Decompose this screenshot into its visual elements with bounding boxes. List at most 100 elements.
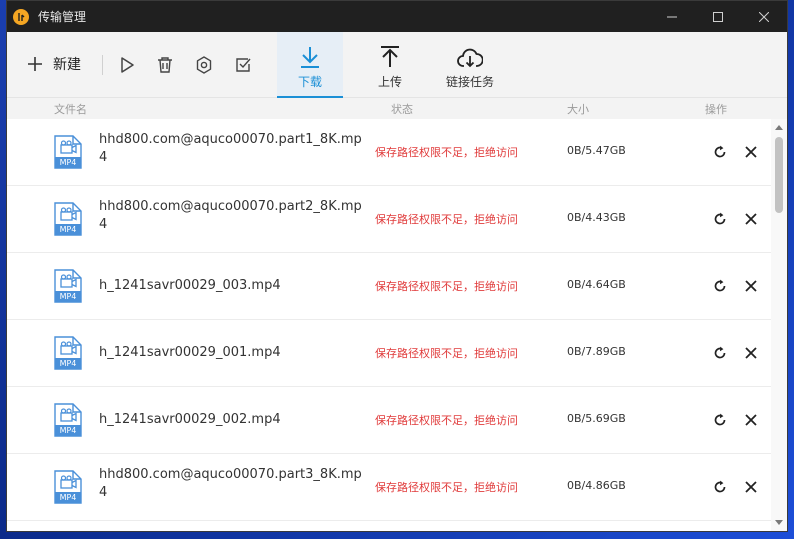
checkbox-icon xyxy=(236,58,251,72)
retry-button[interactable] xyxy=(711,143,729,161)
close-icon xyxy=(745,146,757,158)
minimize-button[interactable] xyxy=(649,1,695,32)
remove-button[interactable] xyxy=(742,411,760,429)
plus-icon xyxy=(28,57,42,71)
file-name: h_1241savr00029_003.mp4 xyxy=(99,278,281,293)
minimize-icon xyxy=(667,16,677,17)
status-text: 保存路径权限不足，拒绝访问 xyxy=(375,347,518,360)
maximize-icon xyxy=(713,11,723,22)
file-type-label: MP4 xyxy=(59,225,77,234)
file-name: hhd800.com@aquco00070.part2_8K.mp4 xyxy=(99,199,362,232)
refresh-icon xyxy=(714,480,726,493)
tab-link-tasks-label: 链接任务 xyxy=(445,75,494,89)
cloud-download-icon xyxy=(457,48,483,68)
file-type-label: MP4 xyxy=(59,426,77,435)
refresh-icon xyxy=(714,145,726,158)
file-name: hhd800.com@aquco00070.part1_8K.mp4 xyxy=(99,132,362,165)
refresh-icon xyxy=(714,413,726,426)
retry-button[interactable] xyxy=(711,344,729,362)
tab-link-tasks[interactable]: 链接任务 xyxy=(437,32,503,98)
tab-download[interactable]: 下载 xyxy=(277,32,343,98)
list-item[interactable]: MP4 hhd800.com@aquco00070.part1_8K.mp4 保… xyxy=(7,119,771,186)
scroll-down-arrow-icon[interactable] xyxy=(774,518,784,528)
list-item[interactable]: MP4 hhd800.com@aquco00070.part2_8K.mp4 保… xyxy=(7,186,771,253)
remove-button[interactable] xyxy=(742,277,760,295)
file-size: 0B/4.86GB xyxy=(567,479,626,492)
new-task-label: 新建 xyxy=(53,57,81,73)
close-icon xyxy=(745,481,757,493)
remove-button[interactable] xyxy=(742,344,760,362)
list-item[interactable]: MP4 h_1241savr00029_003.mp4 保存路径权限不足，拒绝访… xyxy=(7,253,771,320)
file-type-label: MP4 xyxy=(59,292,77,301)
gear-icon xyxy=(196,56,212,74)
close-icon xyxy=(745,213,757,225)
settings-button[interactable] xyxy=(193,54,215,76)
toolbar: 新建 下载 上传 链接任务 xyxy=(7,32,787,98)
tab-download-label: 下载 xyxy=(297,75,322,89)
delete-all-button[interactable] xyxy=(154,54,176,76)
remove-button[interactable] xyxy=(742,143,760,161)
title-bar[interactable]: 传输管理 xyxy=(7,1,787,32)
file-size: 0B/7.89GB xyxy=(567,345,626,358)
file-type-label: MP4 xyxy=(59,359,77,368)
tab-upload-label: 上传 xyxy=(377,75,402,89)
scroll-up-arrow-icon[interactable] xyxy=(774,122,784,132)
start-all-button[interactable] xyxy=(116,54,138,76)
column-header: 文件名 状态 大小 操作 xyxy=(7,98,787,119)
select-all-button[interactable] xyxy=(232,54,254,76)
file-size: 0B/5.69GB xyxy=(567,412,626,425)
list-item[interactable]: MP4 h_1241savr00029_002.mp4 保存路径权限不足，拒绝访… xyxy=(7,387,771,454)
refresh-icon xyxy=(714,279,726,292)
window-title: 传输管理 xyxy=(38,10,87,24)
retry-button[interactable] xyxy=(711,210,729,228)
status-text: 保存路径权限不足，拒绝访问 xyxy=(375,481,518,494)
vertical-scrollbar[interactable] xyxy=(771,119,787,531)
tab-upload[interactable]: 上传 xyxy=(357,32,423,98)
trash-icon xyxy=(158,57,172,73)
remove-button[interactable] xyxy=(742,478,760,496)
transfer-manager-window: 传输管理 新建 下载 上传 链接任务 文件名 状态 大小 操作 MP4 hhd8… xyxy=(6,0,788,532)
list-item[interactable]: MP4 h_1241savr00029_001.mp4 保存路径权限不足，拒绝访… xyxy=(7,320,771,387)
status-text: 保存路径权限不足，拒绝访问 xyxy=(375,280,518,293)
close-icon xyxy=(745,280,757,292)
list-item[interactable]: MP4 hhd800.com@aquco00070.part3_8K.mp4 保… xyxy=(7,454,771,521)
column-size: 大小 xyxy=(567,103,589,116)
close-icon xyxy=(745,414,757,426)
scrollbar-thumb[interactable] xyxy=(775,137,783,213)
mp4-file-icon: MP4 xyxy=(54,336,82,374)
toolbar-divider xyxy=(102,55,103,75)
retry-button[interactable] xyxy=(711,277,729,295)
file-size: 0B/4.64GB xyxy=(567,278,626,291)
column-name: 文件名 xyxy=(54,103,87,116)
maximize-button[interactable] xyxy=(695,1,741,32)
retry-button[interactable] xyxy=(711,411,729,429)
file-name: h_1241savr00029_001.mp4 xyxy=(99,345,281,360)
close-icon xyxy=(745,347,757,359)
refresh-icon xyxy=(714,346,726,359)
mp4-file-icon: MP4 xyxy=(54,269,82,307)
download-icon xyxy=(301,47,319,68)
retry-button[interactable] xyxy=(711,478,729,496)
refresh-icon xyxy=(714,212,726,225)
column-actions: 操作 xyxy=(705,103,727,116)
mp4-file-icon: MP4 xyxy=(54,135,82,173)
file-type-label: MP4 xyxy=(59,493,77,502)
upload-icon xyxy=(381,46,399,67)
file-name: hhd800.com@aquco00070.part3_8K.mp4 xyxy=(99,467,362,500)
close-button[interactable] xyxy=(741,1,787,32)
status-text: 保存路径权限不足，拒绝访问 xyxy=(375,414,518,427)
new-task-button[interactable]: 新建 xyxy=(27,54,81,74)
mp4-file-icon: MP4 xyxy=(54,470,82,508)
file-type-label: MP4 xyxy=(59,158,77,167)
remove-button[interactable] xyxy=(742,210,760,228)
file-size: 0B/4.43GB xyxy=(567,211,626,224)
status-text: 保存路径权限不足，拒绝访问 xyxy=(375,146,518,159)
download-list: MP4 hhd800.com@aquco00070.part1_8K.mp4 保… xyxy=(7,119,771,531)
file-name: h_1241savr00029_002.mp4 xyxy=(99,412,281,427)
file-size: 0B/5.47GB xyxy=(567,144,626,157)
play-icon xyxy=(121,57,134,73)
column-status: 状态 xyxy=(391,103,413,116)
close-icon xyxy=(759,11,769,22)
mp4-file-icon: MP4 xyxy=(54,403,82,441)
status-text: 保存路径权限不足，拒绝访问 xyxy=(375,213,518,226)
